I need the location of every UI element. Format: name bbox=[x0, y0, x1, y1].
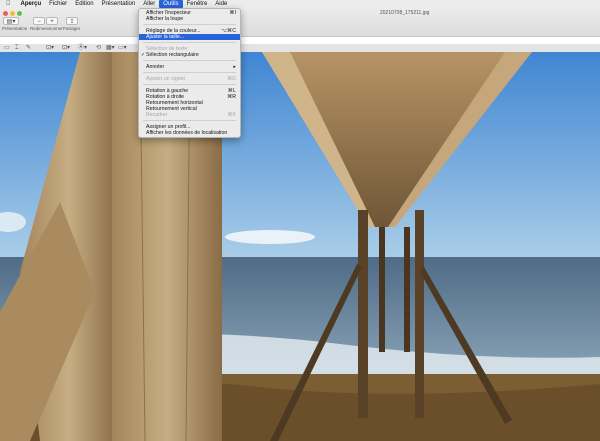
fill-color-icon[interactable]: ▭▾ bbox=[118, 44, 127, 52]
pier-leg bbox=[379, 227, 385, 352]
submenu-arrow-icon: ▸ bbox=[233, 64, 236, 70]
zoom-button[interactable] bbox=[17, 11, 22, 16]
menu-item-crop: Recadrer ⌘K bbox=[139, 112, 240, 118]
menu-fichier[interactable]: Fichier bbox=[45, 0, 71, 8]
shapes-icon[interactable]: ⊡▾ bbox=[46, 44, 54, 52]
sidebar-icon: ▤▾ bbox=[6, 19, 16, 25]
preview-window: 20210708_175211.jpg ▤▾ − + ⇪ Présentatio… bbox=[0, 8, 600, 441]
menu-item-shortcut: ⌘K bbox=[227, 112, 236, 118]
toolbar-label-partager: Partager bbox=[63, 26, 81, 31]
apple-icon[interactable]:  bbox=[6, 1, 11, 7]
menu-item-show-magnifier[interactable]: Afficher la loupe bbox=[139, 16, 240, 22]
share-icon: ⇪ bbox=[69, 19, 75, 25]
menu-item-label: Afficher la loupe bbox=[146, 16, 184, 22]
pier-leg bbox=[358, 210, 368, 418]
zoom-out-icon: − bbox=[37, 19, 41, 25]
menu-item-add-bookmark: Ajouter un signet ⌘D bbox=[139, 76, 240, 82]
text-tool-icon[interactable]: ⊡▾ bbox=[62, 44, 70, 52]
menu-aide[interactable]: Aide bbox=[211, 0, 231, 8]
minimize-button[interactable] bbox=[10, 11, 15, 16]
menu-item-label: Ajouter un signet bbox=[146, 76, 185, 82]
zoom-in-button[interactable]: + bbox=[46, 17, 58, 25]
menu-item-label: Recadrer bbox=[146, 112, 168, 118]
pier-photo bbox=[0, 52, 600, 441]
toolbar-label-presentation: Présentation bbox=[2, 26, 28, 31]
menu-item-label: Ajuster la taille... bbox=[146, 34, 185, 40]
menu-item-label: Annoter bbox=[146, 64, 165, 70]
sign-icon[interactable]: Ⓐ▾ bbox=[78, 44, 87, 52]
text-select-icon[interactable]: ⌶ bbox=[15, 44, 19, 52]
menu-item-shortcut: ⌘D bbox=[227, 76, 236, 82]
zoom-out-button[interactable]: − bbox=[33, 17, 45, 25]
menu-item-annotate[interactable]: Annoter ▸ bbox=[139, 64, 240, 70]
zoom-in-icon: + bbox=[50, 19, 54, 25]
menu-edition[interactable]: Edition bbox=[71, 0, 97, 8]
menu-item-show-location[interactable]: Afficher les données de localisation bbox=[139, 130, 240, 136]
menu-outils[interactable]: Outils bbox=[159, 0, 183, 8]
sketch-icon[interactable]: ✎ bbox=[26, 44, 31, 52]
menu-separator bbox=[143, 120, 236, 121]
menu-fenetre[interactable]: Fenêtre bbox=[183, 0, 212, 8]
border-style-icon[interactable]: ▦▾ bbox=[106, 44, 115, 52]
menu-item-rectangular-selection[interactable]: ✓ Sélection rectangulaire bbox=[139, 52, 240, 58]
menu-item-label: Sélection rectangulaire bbox=[146, 52, 199, 58]
document-title: 20210708_175211.jpg bbox=[380, 10, 430, 16]
menu-separator bbox=[143, 42, 236, 43]
menu-item-label: Afficher les données de localisation bbox=[146, 130, 228, 136]
menu-separator bbox=[143, 84, 236, 85]
photo-canvas[interactable] bbox=[0, 52, 600, 441]
close-button[interactable] bbox=[3, 11, 8, 16]
menu-separator bbox=[143, 60, 236, 61]
toolbar-label-redimensionner: Redimensionner bbox=[30, 26, 63, 31]
menu-separator bbox=[143, 72, 236, 73]
rect-select-icon[interactable]: ▭ bbox=[4, 44, 10, 52]
menu-presentation[interactable]: Présentation bbox=[98, 0, 140, 8]
menu-item-adjust-size[interactable]: Ajuster la taille... bbox=[139, 34, 240, 40]
sidebar-toggle-button[interactable]: ▤▾ bbox=[3, 17, 19, 25]
menu-aller[interactable]: Aller bbox=[139, 0, 159, 8]
share-button[interactable]: ⇪ bbox=[66, 17, 78, 25]
pier-leg bbox=[415, 210, 424, 418]
title-bar: 20210708_175211.jpg ▤▾ − + ⇪ Présentatio… bbox=[0, 8, 600, 37]
adjust-color-icon[interactable]: ⟲ bbox=[96, 44, 101, 52]
checkmark-icon: ✓ bbox=[141, 52, 146, 58]
menu-separator bbox=[143, 24, 236, 25]
cloud bbox=[225, 230, 315, 244]
menu-app[interactable]: Aperçu bbox=[17, 0, 46, 8]
pier-leg bbox=[404, 227, 410, 352]
tools-menu: Afficher l'inspecteur ⌘I Afficher la lou… bbox=[138, 8, 241, 138]
